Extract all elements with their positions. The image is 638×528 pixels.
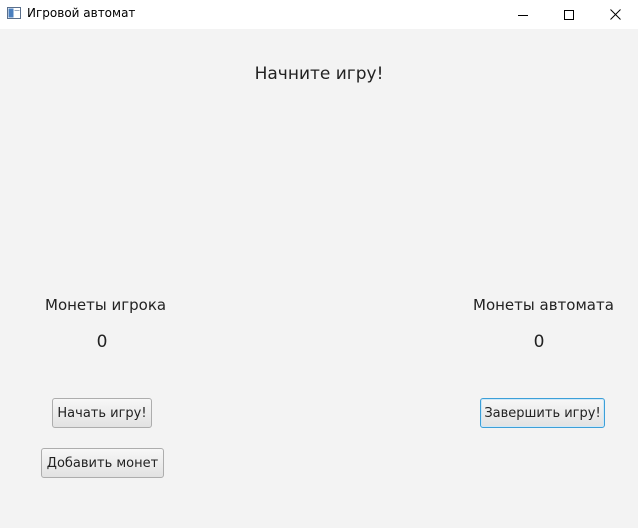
title-bar[interactable]: Игровой автомат bbox=[0, 0, 638, 29]
add-coins-button[interactable]: Добавить монет bbox=[41, 448, 164, 478]
machine-coins-value: 0 bbox=[533, 332, 545, 352]
finish-game-button[interactable]: Завершить игру! bbox=[480, 398, 605, 428]
player-coins-value: 0 bbox=[96, 332, 108, 352]
window-title: Игровой автомат bbox=[27, 6, 136, 20]
machine-coins-label: Монеты автомата bbox=[473, 296, 614, 314]
minimize-button[interactable] bbox=[500, 0, 546, 29]
app-window: Игровой автомат Начните игру! Монеты игр… bbox=[0, 0, 638, 528]
maximize-icon bbox=[564, 9, 574, 20]
game-status-text: Начните игру! bbox=[254, 64, 384, 84]
player-coins-label: Монеты игрока bbox=[45, 296, 167, 314]
maximize-button[interactable] bbox=[546, 0, 592, 29]
minimize-icon bbox=[518, 14, 528, 16]
app-window-icon bbox=[7, 7, 21, 19]
close-button[interactable] bbox=[592, 0, 638, 29]
start-game-button[interactable]: Начать игру! bbox=[52, 398, 152, 428]
close-icon bbox=[609, 9, 621, 20]
